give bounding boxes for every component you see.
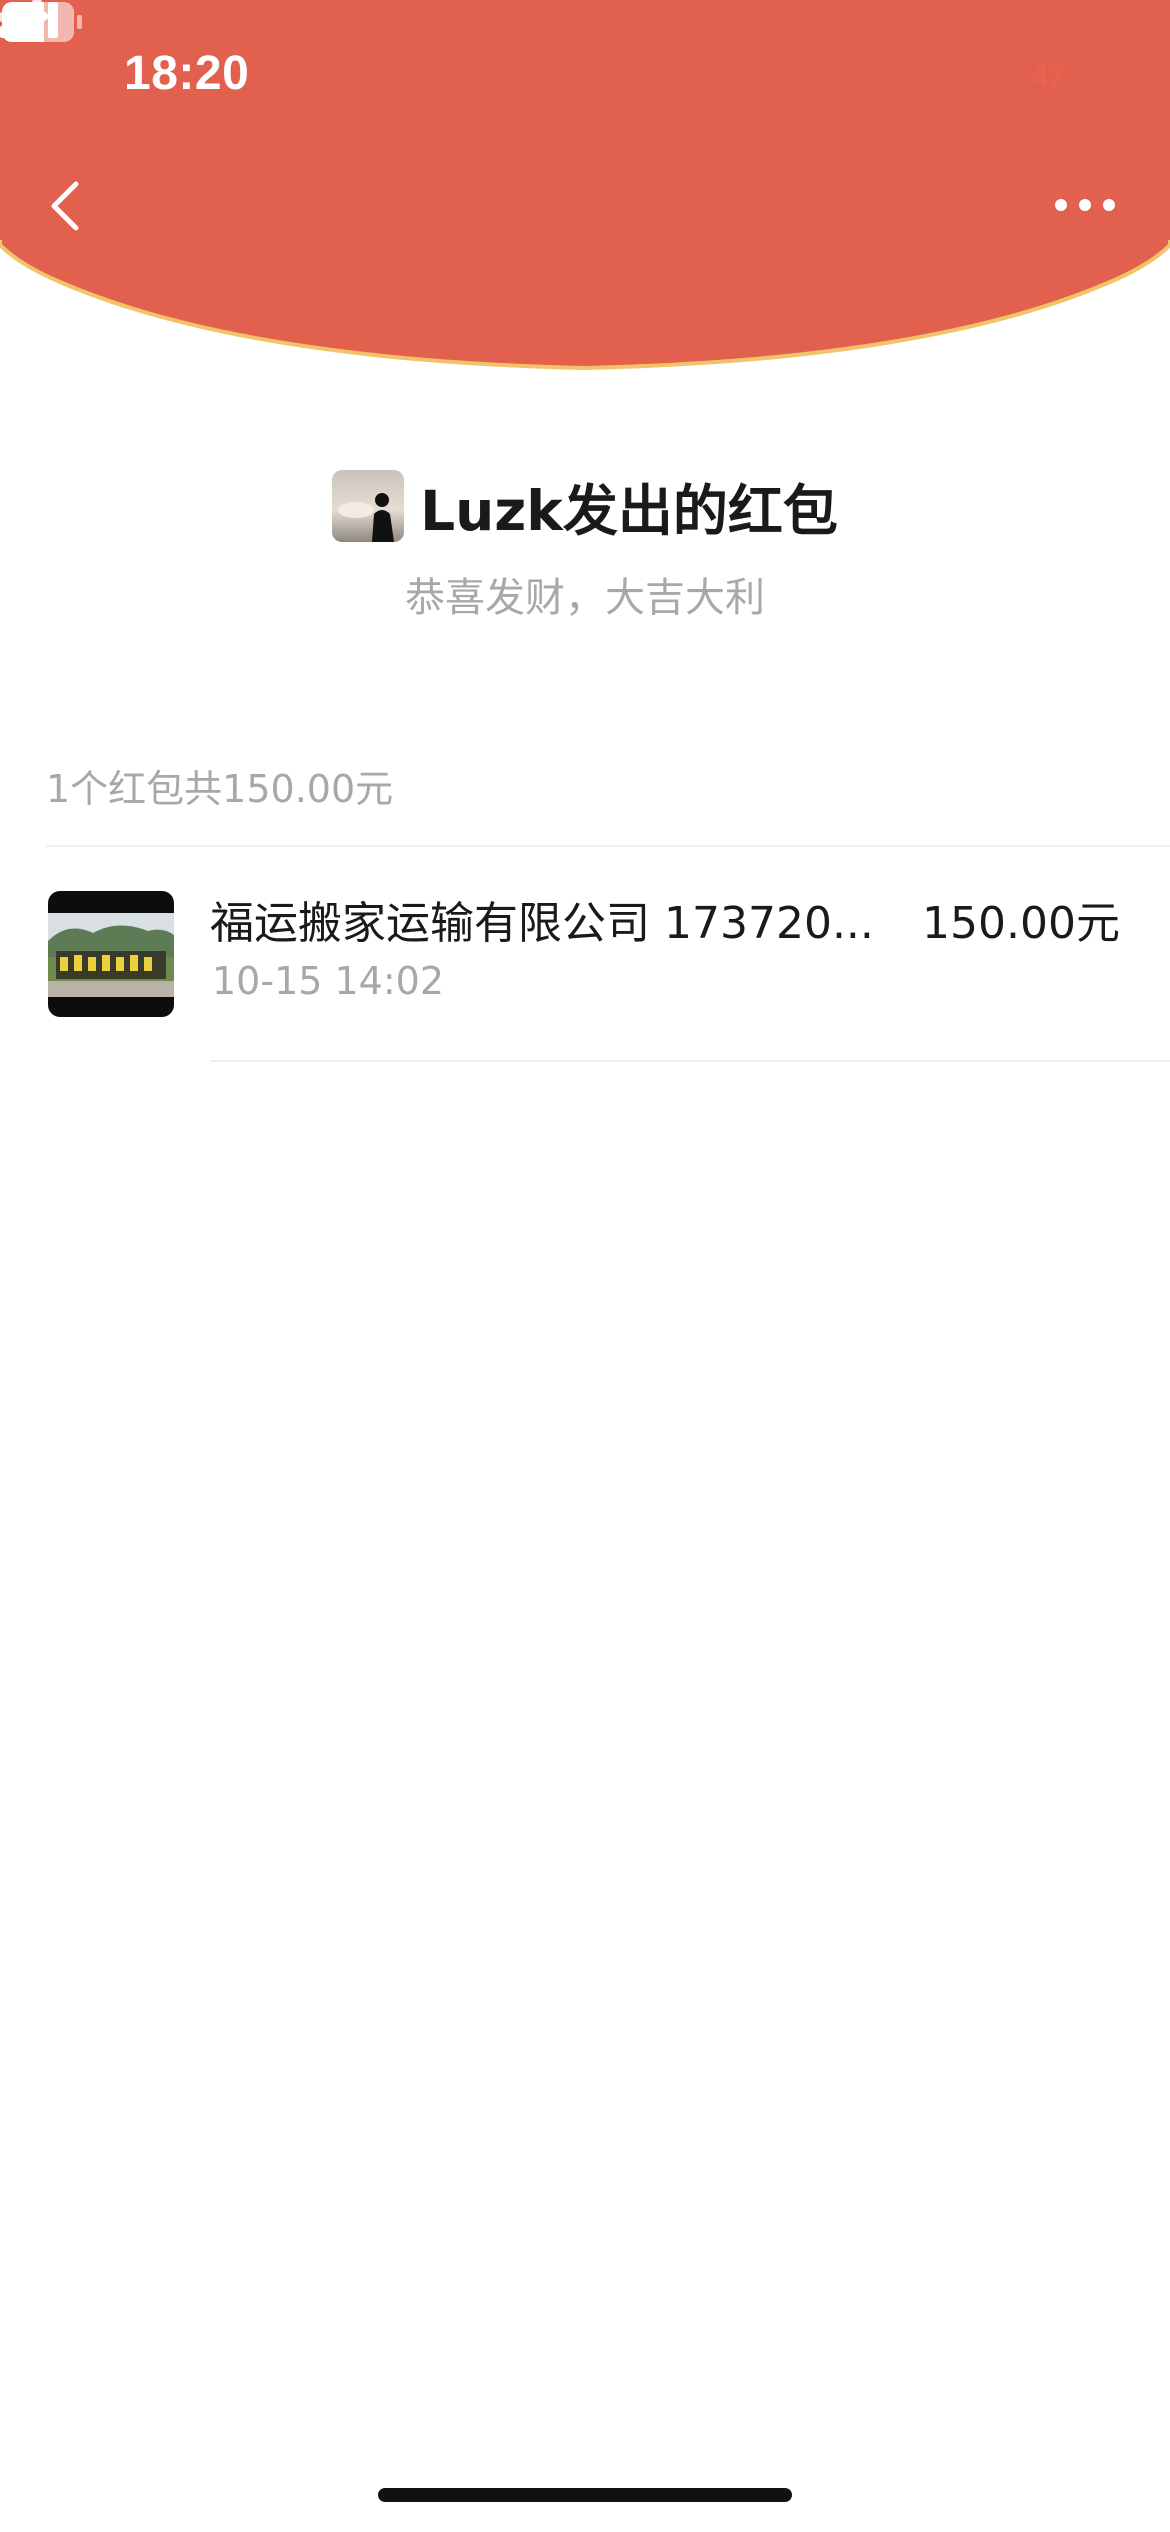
red-packet-detail-page: 18:20 47 Luzk发出的红包 恭喜发财，大吉大利 1个红包共150.00… [0, 0, 1170, 2532]
back-button[interactable] [40, 170, 100, 240]
recipient-avatar [48, 891, 174, 1017]
battery-level: 47 [1030, 58, 1066, 93]
list-item[interactable]: 福运搬家运输有限公司 173720... 150.00元 10-15 14:02 [0, 847, 1170, 1061]
sender-avatar[interactable] [332, 470, 405, 542]
divider [210, 1060, 1170, 1062]
chevron-left-icon [51, 181, 79, 231]
avatar-image [332, 470, 405, 542]
recipient-name: 福运搬家运输有限公司 173720... [210, 898, 874, 949]
more-button[interactable] [1050, 180, 1120, 230]
recipient-avatar-image [48, 891, 174, 1017]
red-packet-header: 18:20 47 [0, 0, 1170, 370]
sender-title: Luzk发出的红包 [420, 479, 838, 543]
received-time: 10-15 14:02 [212, 959, 445, 1003]
home-indicator[interactable] [378, 2488, 792, 2502]
packet-summary: 1个红包共150.00元 [46, 767, 394, 811]
battery-icon [2, 2, 82, 42]
received-amount: 150.00元 [922, 898, 1120, 949]
status-time: 18:20 [124, 47, 250, 100]
more-dots-icon [1055, 199, 1115, 211]
blessing-message: 恭喜发财，大吉大利 [405, 575, 765, 621]
sender-row: Luzk发出的红包 [0, 466, 1170, 546]
